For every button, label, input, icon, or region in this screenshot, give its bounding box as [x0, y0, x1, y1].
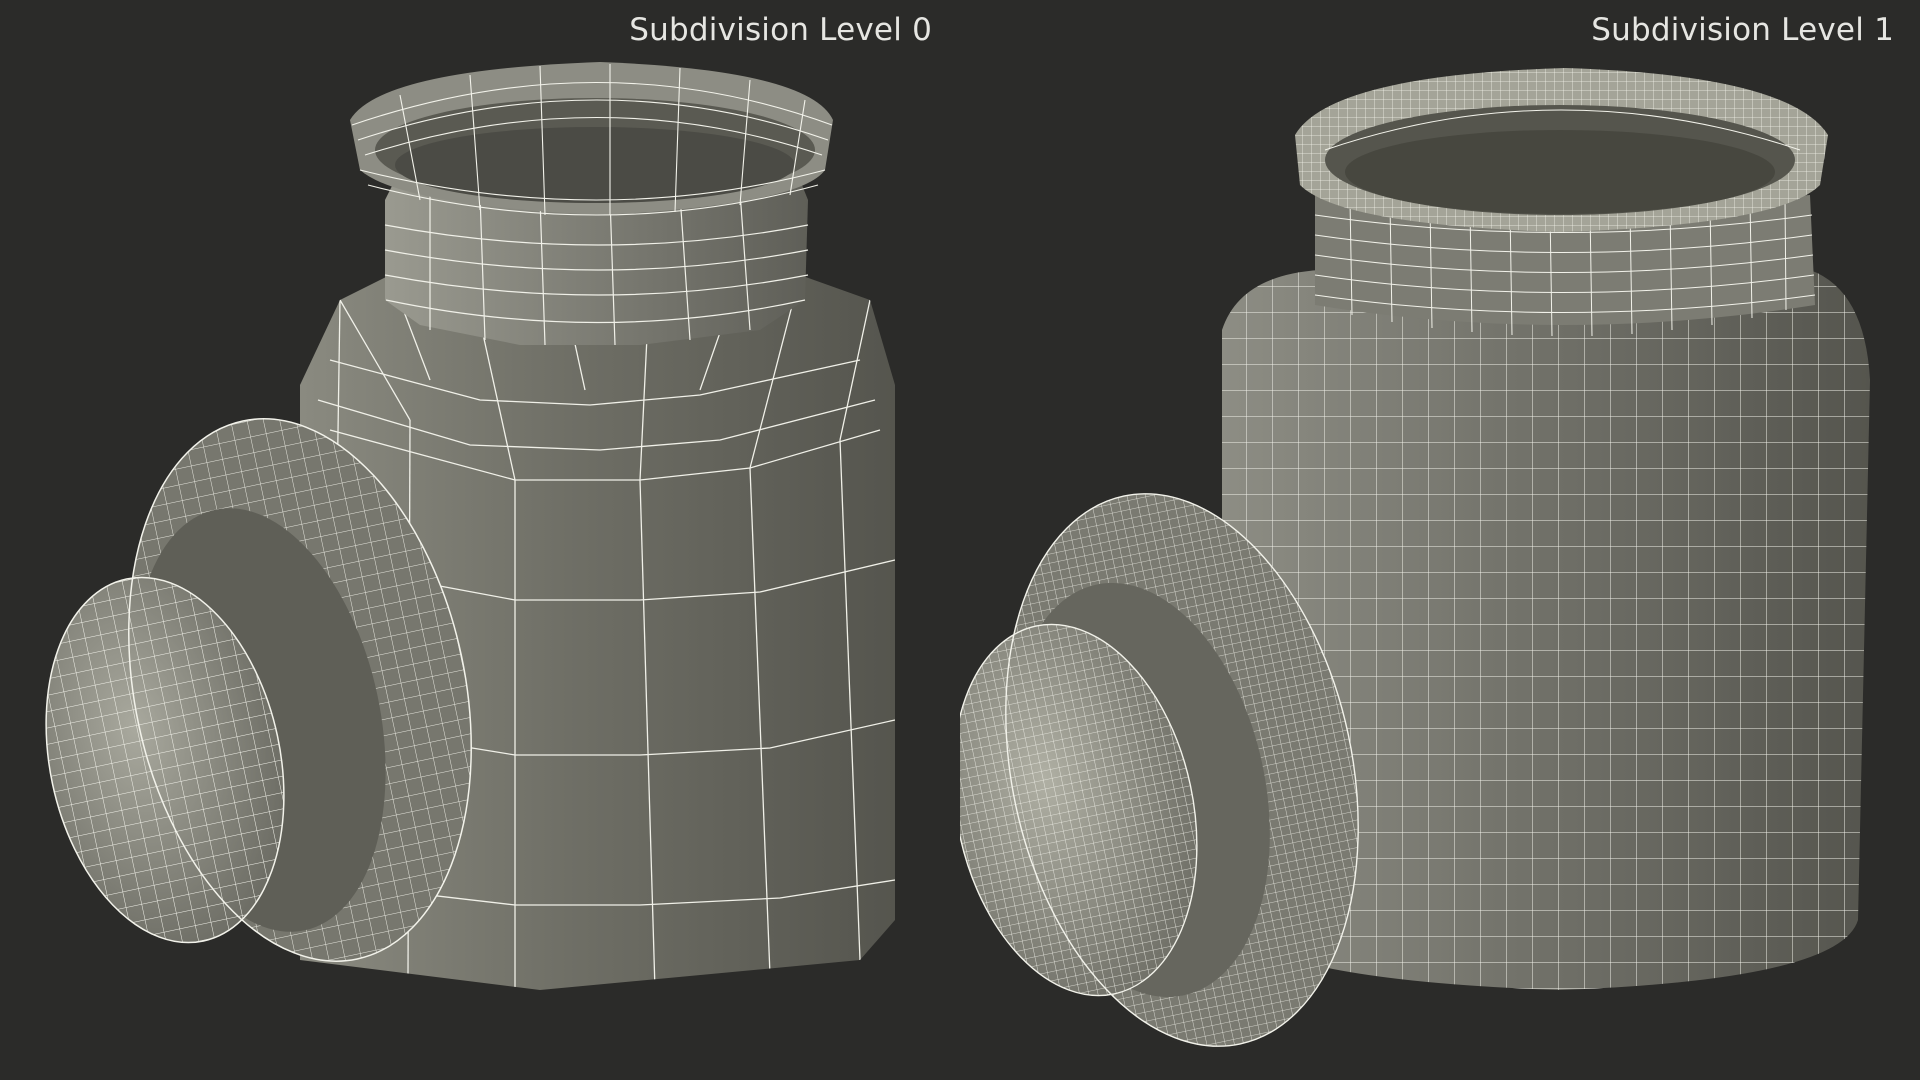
jar-rim	[1295, 68, 1828, 232]
jar-render-level-1	[960, 68, 1870, 1047]
jar-render-level-0	[45, 62, 895, 990]
render-canvas: Subdivision Level 0 Subdivision Level 1	[0, 0, 1920, 1080]
panel-label: Subdivision Level 1	[1591, 12, 1894, 48]
panel-subdivision-level-0: Subdivision Level 0	[0, 0, 960, 1080]
jar-rim	[350, 62, 833, 216]
panel-subdivision-level-1: Subdivision Level 1	[960, 0, 1920, 1080]
panel-label: Subdivision Level 0	[629, 12, 932, 48]
